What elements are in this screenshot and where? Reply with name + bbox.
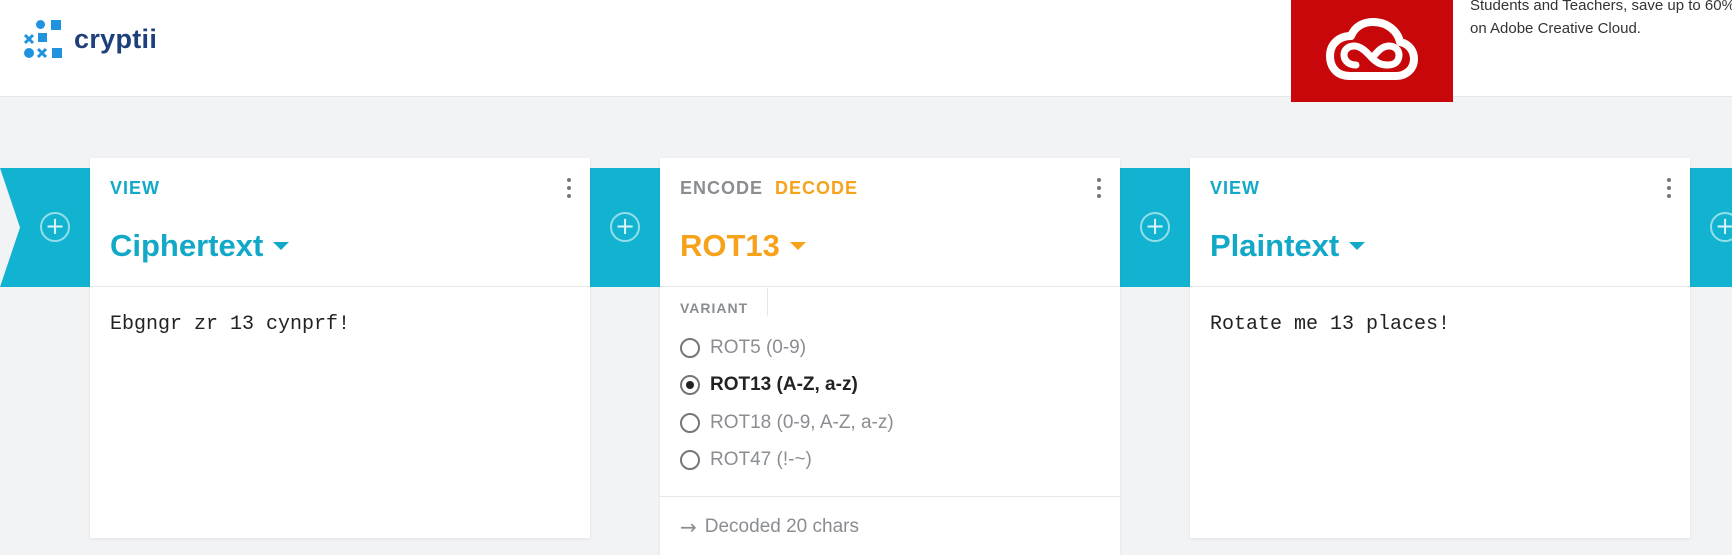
plaintext-content[interactable]: Rotate me 13 places! bbox=[1210, 313, 1450, 336]
add-brick-icon[interactable]: + bbox=[1710, 212, 1732, 242]
app-header: cryptii Students and Teachers, save up t… bbox=[0, 0, 1732, 102]
caret-down-icon bbox=[1349, 242, 1366, 250]
pipe-bar-right: + bbox=[1690, 168, 1732, 287]
variant-option-rot5[interactable]: ROT5 (0-9) bbox=[680, 337, 806, 359]
encode-decode-toggle: ENCODE DECODE bbox=[680, 178, 858, 199]
encode-button[interactable]: ENCODE bbox=[680, 178, 763, 198]
option-label: ROT5 (0-9) bbox=[710, 337, 807, 358]
pipe-bar-1: + bbox=[590, 168, 660, 287]
status-line: → Decoded 20 chars bbox=[680, 515, 859, 539]
arrow-right-icon: → bbox=[680, 515, 697, 539]
brick-header: ENCODE DECODE ROT13 bbox=[660, 158, 1120, 287]
radio-button[interactable] bbox=[680, 413, 700, 433]
radio-button[interactable] bbox=[680, 338, 700, 358]
variant-option-rot47[interactable]: ROT47 (!-~) bbox=[680, 449, 812, 471]
logo-text: cryptii bbox=[74, 23, 158, 54]
add-brick-icon[interactable]: + bbox=[40, 212, 70, 242]
view-label: VIEW bbox=[1210, 178, 1261, 198]
option-label: ROT13 (A-Z, a-z) bbox=[710, 374, 858, 395]
ciphertext-brick: VIEW Ciphertext Ebgngr zr 13 cynprf! bbox=[90, 158, 590, 538]
add-brick-icon[interactable]: + bbox=[610, 212, 640, 242]
pipe-bar-left: + bbox=[0, 168, 90, 287]
menu-dots-icon[interactable] bbox=[1666, 178, 1672, 200]
view-label: VIEW bbox=[110, 178, 161, 198]
brick-title-dropdown[interactable]: ROT13 bbox=[680, 228, 806, 264]
brick-header: VIEW Plaintext bbox=[1190, 158, 1690, 287]
menu-dots-icon[interactable] bbox=[1096, 178, 1102, 200]
logo[interactable]: cryptii bbox=[22, 18, 157, 60]
caret-down-icon bbox=[273, 242, 290, 250]
add-brick-icon[interactable]: + bbox=[1140, 212, 1170, 242]
logo-icon bbox=[22, 18, 64, 60]
brick-header: VIEW Ciphertext bbox=[90, 158, 590, 287]
divider bbox=[767, 288, 768, 316]
adobe-ad-image[interactable] bbox=[1291, 0, 1453, 102]
brick-title: ROT13 bbox=[680, 228, 780, 263]
decode-button[interactable]: DECODE bbox=[775, 178, 858, 198]
option-label: ROT18 (0-9, A-Z, a-z) bbox=[710, 412, 894, 433]
ciphertext-content[interactable]: Ebgngr zr 13 cynprf! bbox=[110, 313, 350, 336]
plaintext-brick: VIEW Plaintext Rotate me 13 places! bbox=[1190, 158, 1690, 538]
radio-button-selected[interactable] bbox=[680, 375, 700, 395]
ad-text[interactable]: Students and Teachers, save up to 60% on… bbox=[1470, 0, 1732, 40]
rot13-brick: ENCODE DECODE ROT13 VARIANT ROT5 (0-9) RO… bbox=[660, 158, 1120, 555]
brick-title: Ciphertext bbox=[110, 228, 264, 263]
pipe-bar-2: + bbox=[1120, 168, 1190, 287]
divider bbox=[660, 496, 1120, 497]
radio-button[interactable] bbox=[680, 450, 700, 470]
caret-down-icon bbox=[789, 242, 806, 250]
status-text: Decoded 20 chars bbox=[704, 516, 859, 537]
brick-title: Plaintext bbox=[1210, 228, 1340, 263]
brick-title-dropdown[interactable]: Plaintext bbox=[1210, 228, 1366, 264]
creative-cloud-icon bbox=[1326, 18, 1418, 80]
menu-dots-icon[interactable] bbox=[566, 178, 572, 200]
variant-option-rot13[interactable]: ROT13 (A-Z, a-z) bbox=[680, 374, 858, 396]
option-label: ROT47 (!-~) bbox=[710, 449, 812, 470]
variant-label: VARIANT bbox=[680, 300, 749, 316]
variant-option-rot18[interactable]: ROT18 (0-9, A-Z, a-z) bbox=[680, 412, 894, 434]
brick-title-dropdown[interactable]: Ciphertext bbox=[110, 228, 290, 264]
